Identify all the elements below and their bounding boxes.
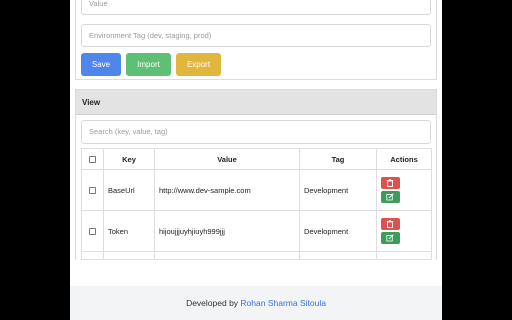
environment-tag-input[interactable]: Environment Tag (dev, staging, prod) xyxy=(81,24,431,47)
table-row: Token hijoujjjuyhjiuyh999jjj Development xyxy=(81,210,432,252)
column-header-value: Value xyxy=(154,148,300,170)
trash-icon xyxy=(386,220,394,228)
app-container: Value Environment Tag (dev, staging, pro… xyxy=(70,0,442,320)
column-header-tag: Tag xyxy=(299,148,377,170)
delete-button[interactable] xyxy=(381,177,400,189)
search-placeholder: Search (key, value, tag) xyxy=(89,127,168,136)
row-select-cell xyxy=(81,169,104,211)
trash-icon xyxy=(386,179,394,187)
edit-icon xyxy=(386,193,394,201)
select-all-cell xyxy=(81,148,104,170)
view-panel: View Search (key, value, tag) Key Value … xyxy=(75,89,437,260)
author-link[interactable]: Rohan Sharma Sitoula xyxy=(240,298,326,308)
environment-tag-placeholder: Environment Tag (dev, staging, prod) xyxy=(89,31,212,40)
row-value: http://www.dev-sample.com xyxy=(154,169,300,211)
row-checkbox[interactable] xyxy=(89,187,96,195)
import-button[interactable]: Import xyxy=(126,53,171,76)
row-select-cell xyxy=(81,210,104,252)
save-button[interactable]: Save xyxy=(81,53,121,76)
delete-button[interactable] xyxy=(381,218,400,230)
row-value: hijoujjjuyhjiuyh999jjj xyxy=(154,210,300,252)
table-row: BaseUrl http://www.dev-sample.com Develo… xyxy=(81,169,432,211)
edit-icon xyxy=(386,234,394,242)
edit-button[interactable] xyxy=(381,191,400,203)
row-tag: Development xyxy=(299,210,377,252)
value-input-placeholder: Value xyxy=(89,0,108,8)
value-input[interactable]: Value xyxy=(81,0,431,15)
select-all-checkbox[interactable] xyxy=(89,156,96,164)
row-actions xyxy=(376,169,432,211)
view-panel-title: View xyxy=(76,90,436,115)
row-actions xyxy=(376,210,432,252)
export-button[interactable]: Export xyxy=(176,53,221,76)
table-row-partial xyxy=(81,251,432,260)
variables-table: Key Value Tag Actions BaseUrl http://www… xyxy=(81,148,432,260)
entry-form-panel: Value Environment Tag (dev, staging, pro… xyxy=(75,0,437,80)
row-key: BaseUrl xyxy=(103,169,155,211)
column-header-key: Key xyxy=(103,148,155,170)
row-key: Token xyxy=(103,210,155,252)
row-tag: Development xyxy=(299,169,377,211)
column-header-actions: Actions xyxy=(376,148,432,170)
edit-button[interactable] xyxy=(381,232,400,244)
row-checkbox[interactable] xyxy=(89,228,96,236)
search-input[interactable]: Search (key, value, tag) xyxy=(81,120,431,144)
table-header-row: Key Value Tag Actions xyxy=(81,148,432,170)
footer-prefix: Developed by xyxy=(186,298,241,308)
page-footer: Developed by Rohan Sharma Sitoula xyxy=(70,286,442,320)
